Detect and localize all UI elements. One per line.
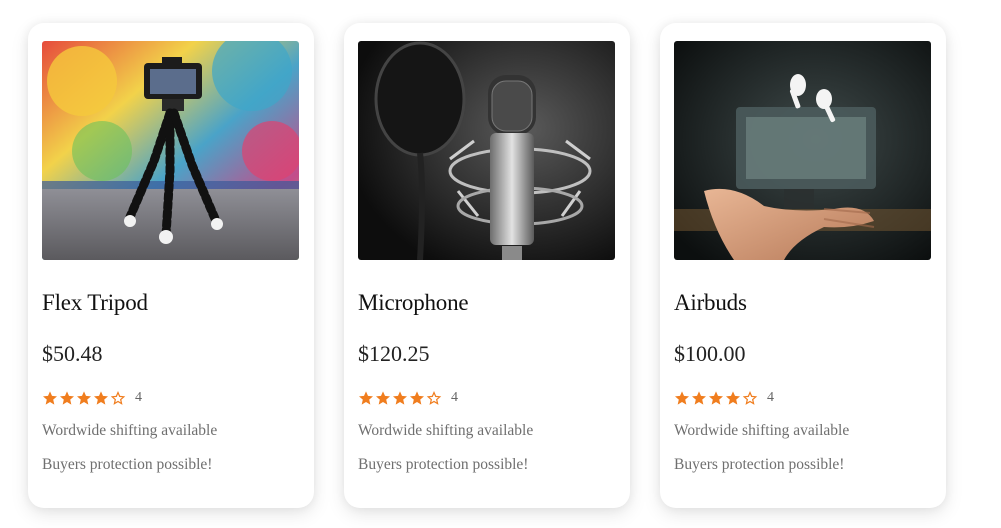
product-title[interactable]: Flex Tripod xyxy=(42,288,300,318)
star-filled-icon xyxy=(708,390,724,406)
rating-stars xyxy=(674,390,758,406)
star-filled-icon xyxy=(392,390,408,406)
product-rating: 4 xyxy=(42,388,300,408)
protection-text: Buyers protection possible! xyxy=(674,456,845,473)
rating-stars xyxy=(358,390,442,406)
star-filled-icon xyxy=(76,390,92,406)
star-filled-icon xyxy=(375,390,391,406)
product-rating: 4 xyxy=(358,388,616,408)
product-card-microphone[interactable]: Microphone $120.25 4 Wordwide shifting a… xyxy=(344,23,630,508)
product-image-airbuds[interactable] xyxy=(674,41,931,260)
microphone-image-icon xyxy=(358,41,615,260)
product-title[interactable]: Microphone xyxy=(358,288,616,318)
star-filled-icon xyxy=(358,390,374,406)
product-rating: 4 xyxy=(674,388,932,408)
rating-value: 4 xyxy=(135,390,142,405)
product-grid: Flex Tripod $50.48 4 Wordwide shifting a… xyxy=(28,23,946,508)
shipping-text: Wordwide shifting available xyxy=(358,422,534,439)
protection-text: Buyers protection possible! xyxy=(358,456,529,473)
airbuds-image-icon xyxy=(674,41,931,260)
star-filled-icon xyxy=(42,390,58,406)
shipping-text: Wordwide shifting available xyxy=(42,422,218,439)
star-filled-icon xyxy=(674,390,690,406)
product-price: $120.25 xyxy=(358,341,430,366)
star-filled-icon xyxy=(93,390,109,406)
product-card-flex-tripod[interactable]: Flex Tripod $50.48 4 Wordwide shifting a… xyxy=(28,23,314,508)
star-filled-icon xyxy=(59,390,75,406)
product-card-airbuds[interactable]: Airbuds $100.00 4 Wordwide shifting avai… xyxy=(660,23,946,508)
star-filled-icon xyxy=(409,390,425,406)
protection-text: Buyers protection possible! xyxy=(42,456,213,473)
product-image-tripod[interactable] xyxy=(42,41,299,260)
rating-value: 4 xyxy=(767,390,774,405)
shipping-text: Wordwide shifting available xyxy=(674,422,850,439)
tripod-image-icon xyxy=(42,41,299,260)
star-filled-icon xyxy=(691,390,707,406)
product-title[interactable]: Airbuds xyxy=(674,288,932,318)
star-empty-icon xyxy=(742,390,758,406)
product-price: $100.00 xyxy=(674,341,746,366)
product-price: $50.48 xyxy=(42,341,103,366)
rating-value: 4 xyxy=(451,390,458,405)
rating-stars xyxy=(42,390,126,406)
product-image-microphone[interactable] xyxy=(358,41,615,260)
star-empty-icon xyxy=(110,390,126,406)
star-filled-icon xyxy=(725,390,741,406)
star-empty-icon xyxy=(426,390,442,406)
